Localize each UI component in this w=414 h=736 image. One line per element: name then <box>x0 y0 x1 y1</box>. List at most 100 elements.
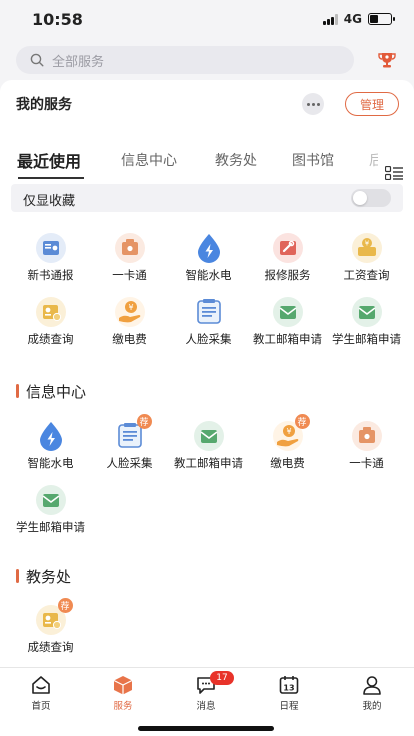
service-item-label: 成绩查询 <box>27 332 74 346</box>
info-center-grid: 智能水电荐人脸采集 教工邮箱申请 ¥ 荐缴电费 一卡通 学生邮箱申请 <box>0 414 406 534</box>
signal-icon <box>322 13 338 25</box>
status-bar: 10:58 4G <box>0 0 414 40</box>
water-power-icon <box>191 232 227 264</box>
manage-button[interactable]: 管理 <box>345 92 399 116</box>
service-item[interactable]: 报修服务 <box>248 232 327 282</box>
service-item[interactable]: 智能水电 <box>169 232 248 282</box>
network-type: 4G <box>343 12 362 26</box>
tabbar-profile[interactable]: 我的 <box>342 674 402 712</box>
staff-mail-icon <box>191 420 227 452</box>
service-item[interactable]: 荐成绩查询 <box>11 598 90 654</box>
grade-icon <box>33 296 69 328</box>
student-mail-icon <box>33 484 69 516</box>
category-grid-icon[interactable] <box>385 166 403 180</box>
face-collect-icon <box>191 296 227 328</box>
battery-icon <box>368 13 395 25</box>
service-item[interactable]: 教工邮箱申请 <box>248 296 327 346</box>
svg-text:¥: ¥ <box>286 427 291 436</box>
search-icon <box>30 53 44 67</box>
tab-recent[interactable]: 最近使用 <box>17 148 81 172</box>
service-item-label: 人脸采集 <box>185 332 232 346</box>
service-item[interactable]: 荐人脸采集 <box>90 414 169 470</box>
service-item[interactable]: ¥ 工资查询 <box>327 232 406 282</box>
service-box-icon <box>113 676 133 695</box>
service-item-label: 学生邮箱申请 <box>16 520 85 534</box>
repair-icon <box>270 232 306 264</box>
service-item[interactable]: 人脸采集 <box>169 296 248 346</box>
home-indicator <box>138 726 274 731</box>
service-item[interactable]: 一卡通 <box>327 420 406 470</box>
service-item-label: 教工邮箱申请 <box>253 332 322 346</box>
service-item-label: 报修服务 <box>264 268 311 282</box>
tab-info-center[interactable]: 信息中心 <box>121 150 177 170</box>
favorites-toggle[interactable] <box>351 189 391 207</box>
trophy-icon[interactable] <box>377 50 397 70</box>
category-tabs: 最近使用 信息中心 教务处 图书馆 后 <box>0 144 414 180</box>
water-power-icon <box>33 420 69 452</box>
active-tab-underline <box>18 177 84 179</box>
service-item[interactable]: 智能水电 <box>11 420 90 470</box>
favorites-filter-label: 仅显收藏 <box>23 194 76 209</box>
svg-text:¥: ¥ <box>128 303 133 312</box>
service-item-label: 成绩查询 <box>27 640 74 654</box>
tabbar-message[interactable]: 17 消息 <box>176 671 236 712</box>
calendar-date: 13 <box>283 684 294 693</box>
service-item[interactable]: 教工邮箱申请 <box>169 420 248 470</box>
salary-icon: ¥ <box>349 232 385 264</box>
tabbar-home-label: 首页 <box>31 701 51 712</box>
tabbar-profile-label: 我的 <box>362 701 382 712</box>
search-bar[interactable]: 全部服务 <box>16 46 354 74</box>
more-options-button[interactable] <box>302 93 324 115</box>
service-item-label: 缴电费 <box>270 456 305 470</box>
status-time: 10:58 <box>32 10 83 29</box>
service-item[interactable]: 学生邮箱申请 <box>11 484 90 534</box>
section-title-info-center: 信息中心 <box>16 381 86 402</box>
service-item-label: 缴电费 <box>112 332 147 346</box>
service-item-label: 智能水电 <box>27 456 74 470</box>
recommend-badge: 荐 <box>136 414 152 429</box>
service-item-label: 学生邮箱申请 <box>332 332 401 346</box>
tabbar-message-label: 消息 <box>196 701 216 712</box>
card-icon <box>349 420 385 452</box>
service-item[interactable]: 成绩查询 <box>11 296 90 346</box>
home-icon <box>32 676 50 694</box>
status-indicators: 4G <box>322 12 395 26</box>
academic-affairs-grid: 荐成绩查询 <box>0 598 406 654</box>
service-panel: 最近使用 信息中心 教务处 图书馆 后 仅显收藏 新书通报 一卡通 智能水电 报修服务… <box>0 132 414 667</box>
tab-library[interactable]: 图书馆 <box>292 150 334 170</box>
service-item[interactable]: 学生邮箱申请 <box>327 296 406 346</box>
face-collect-icon: 荐 <box>112 414 152 452</box>
staff-mail-icon <box>270 296 306 328</box>
service-item[interactable]: 新书通报 <box>11 232 90 282</box>
message-count-badge: 17 <box>210 671 234 685</box>
my-services-card: 我的服务 管理 <box>0 80 414 132</box>
tab-academic-affairs[interactable]: 教务处 <box>215 150 257 170</box>
recommend-badge: 荐 <box>57 598 73 613</box>
search-input[interactable]: 全部服务 <box>52 51 104 70</box>
bottom-tab-bar: 首页 服务 17 消息 13 日程 我的 <box>0 667 414 736</box>
grade-icon: 荐 <box>33 598 73 636</box>
service-item-label: 工资查询 <box>343 268 390 282</box>
book-news-icon <box>33 232 69 264</box>
profile-icon <box>363 676 381 695</box>
service-item[interactable]: ¥ 荐缴电费 <box>248 414 327 470</box>
tabbar-service-label: 服务 <box>113 701 133 712</box>
student-mail-icon <box>349 296 385 328</box>
tabbar-home[interactable]: 首页 <box>11 674 71 712</box>
service-item[interactable]: 一卡通 <box>90 232 169 282</box>
service-item-label: 人脸采集 <box>106 456 153 470</box>
service-item-label: 一卡通 <box>349 456 384 470</box>
service-item-label: 智能水电 <box>185 268 232 282</box>
svg-text:¥: ¥ <box>364 240 369 248</box>
my-services-title: 我的服务 <box>16 97 72 113</box>
service-item-label: 新书通报 <box>27 268 74 282</box>
service-item-label: 教工邮箱申请 <box>174 456 243 470</box>
recent-services-grid: 新书通报 一卡通 智能水电 报修服务 ¥ 工资查询成绩查询 ¥ 缴电费 人脸采集 教工邮箱申请 学生… <box>0 232 406 346</box>
favorites-filter-bar: 仅显收藏 <box>11 184 403 212</box>
service-item[interactable]: ¥ 缴电费 <box>90 296 169 346</box>
tab-logistics[interactable]: 后 <box>369 150 378 170</box>
recommend-badge: 荐 <box>294 414 310 429</box>
tabbar-schedule[interactable]: 13 日程 <box>259 674 319 712</box>
calendar-icon: 13 <box>279 676 299 694</box>
tabbar-service[interactable]: 服务 <box>93 674 153 712</box>
